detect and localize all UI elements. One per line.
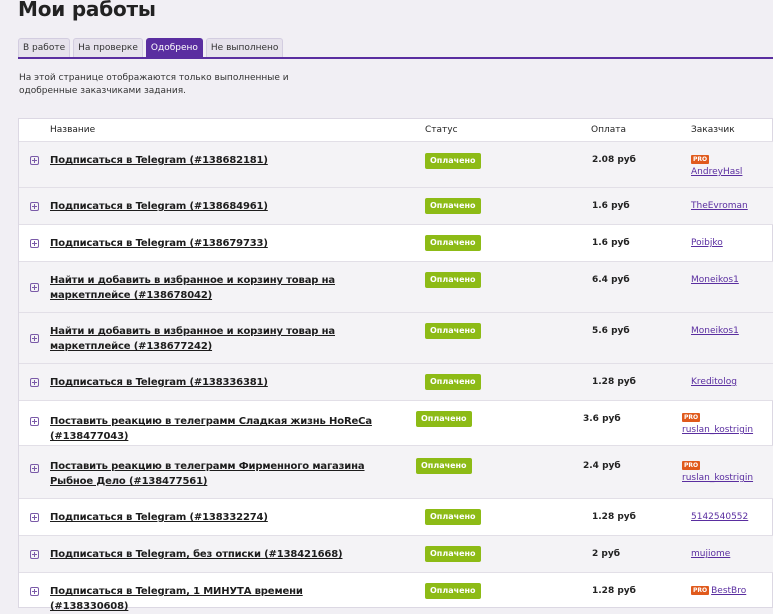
- page-description: На этой странице отображаются только вып…: [19, 73, 289, 96]
- header-name: Название: [50, 125, 96, 135]
- expand-plus-icon[interactable]: [30, 550, 39, 559]
- status-badge: Оплачено: [425, 509, 481, 525]
- pro-badge: PRO: [691, 155, 710, 164]
- payment-amount: 2 руб: [592, 549, 620, 559]
- customer-link[interactable]: Moneikos1: [691, 325, 739, 337]
- customer-name: ruslan_kostrigin: [682, 473, 754, 483]
- expand-plus-icon[interactable]: [30, 283, 39, 292]
- task-title-link[interactable]: Подписаться в Telegram (#138679733): [50, 236, 370, 251]
- payment-amount: 1.28 руб: [592, 377, 636, 387]
- page-title: Мои работы: [18, 0, 156, 21]
- task-title-link[interactable]: Поставить реакцию в телеграмм Сладкая жи…: [50, 414, 390, 444]
- payment-amount: 1.28 руб: [592, 586, 636, 596]
- customer-link[interactable]: PRO AndreyHasl: [691, 154, 742, 178]
- table-row: Поставить реакцию в телеграмм Сладкая жи…: [19, 400, 773, 446]
- tab-approved[interactable]: Одобрено: [145, 38, 203, 57]
- customer-link[interactable]: 5142540552: [691, 511, 748, 523]
- pro-badge: PRO: [691, 586, 710, 595]
- status-badge: Оплачено: [425, 583, 481, 599]
- table-row: Поставить реакцию в телеграмм Фирменного…: [19, 445, 773, 499]
- expand-plus-icon[interactable]: [30, 202, 39, 211]
- payment-amount: 6.4 руб: [592, 275, 630, 285]
- customer-link[interactable]: PRO ruslan_kostrigin: [682, 460, 753, 484]
- payment-amount: 1.6 руб: [592, 201, 630, 211]
- tabs-underline: [18, 57, 773, 59]
- task-title-link[interactable]: Найти и добавить в избранное и корзину т…: [50, 324, 370, 354]
- expand-plus-icon[interactable]: [30, 513, 39, 522]
- status-badge: Оплачено: [416, 411, 472, 427]
- status-badge: Оплачено: [416, 458, 472, 474]
- header-customer: Заказчик: [691, 125, 735, 135]
- status-badge: Оплачено: [425, 235, 481, 251]
- table-row: Найти и добавить в избранное и корзину т…: [19, 312, 773, 364]
- table-row: Подписаться в Telegram (#138332274) Опла…: [19, 498, 773, 536]
- expand-plus-icon[interactable]: [30, 464, 39, 473]
- status-badge: Оплачено: [425, 153, 481, 169]
- customer-link[interactable]: TheEvroman: [691, 200, 748, 212]
- expand-plus-icon[interactable]: [30, 587, 39, 596]
- payment-amount: 2.08 руб: [592, 155, 636, 165]
- payment-amount: 3.6 руб: [583, 414, 621, 424]
- status-badge: Оплачено: [425, 323, 481, 339]
- table-row: Подписаться в Telegram, 1 МИНУТА времени…: [19, 572, 773, 612]
- customer-name: ruslan_kostrigin: [682, 425, 754, 435]
- expand-plus-icon[interactable]: [30, 334, 39, 343]
- payment-amount: 5.6 руб: [592, 326, 630, 336]
- expand-plus-icon[interactable]: [30, 239, 39, 248]
- task-title-link[interactable]: Поставить реакцию в телеграмм Фирменного…: [50, 459, 390, 489]
- pro-badge: PRO: [682, 461, 701, 470]
- task-title-link[interactable]: Подписаться в Telegram (#138336381): [50, 375, 370, 390]
- payment-amount: 1.28 руб: [592, 512, 636, 522]
- customer-link[interactable]: mujiome: [691, 548, 730, 560]
- task-title-link[interactable]: Подписаться в Telegram (#138684961): [50, 199, 370, 214]
- table-row: Подписаться в Telegram (#138682181) Опла…: [19, 141, 773, 188]
- expand-plus-icon[interactable]: [30, 378, 39, 387]
- table-row: Подписаться в Telegram (#138684961) Опла…: [19, 187, 773, 225]
- customer-link[interactable]: Moneikos1: [691, 274, 739, 286]
- status-badge: Оплачено: [425, 198, 481, 214]
- customer-link[interactable]: Poibjko: [691, 237, 723, 249]
- tabs: В работе На проверке Одобрено Не выполне…: [18, 38, 284, 57]
- customer-link[interactable]: Kreditolog: [691, 376, 737, 388]
- table-row: Найти и добавить в избранное и корзину т…: [19, 261, 773, 313]
- customer-link[interactable]: PRO ruslan_kostrigin: [682, 412, 753, 436]
- table-row: Подписаться в Telegram (#138336381) Опла…: [19, 363, 773, 401]
- task-title-link[interactable]: Подписаться в Telegram, без отписки (#13…: [50, 547, 370, 562]
- expand-plus-icon[interactable]: [30, 417, 39, 426]
- pro-badge: PRO: [682, 413, 701, 422]
- header-status: Статус: [425, 125, 458, 135]
- payment-amount: 2.4 руб: [583, 461, 621, 471]
- expand-plus-icon[interactable]: [30, 156, 39, 165]
- table-row: Подписаться в Telegram (#138679733) Опла…: [19, 224, 773, 262]
- tab-on-review[interactable]: На проверке: [73, 38, 143, 57]
- tab-in-progress[interactable]: В работе: [18, 38, 71, 57]
- task-title-link[interactable]: Подписаться в Telegram (#138332274): [50, 510, 370, 525]
- tab-not-completed[interactable]: Не выполнено: [205, 38, 284, 57]
- payment-amount: 1.6 руб: [592, 238, 630, 248]
- tasks-table: Название Статус Оплата Заказчик Подписат…: [18, 118, 773, 612]
- header-payment: Оплата: [591, 125, 626, 135]
- task-title-link[interactable]: Подписаться в Telegram, 1 МИНУТА времени…: [50, 584, 370, 614]
- customer-link[interactable]: PRO BestBro: [691, 585, 746, 597]
- status-badge: Оплачено: [425, 272, 481, 288]
- status-badge: Оплачено: [425, 546, 481, 562]
- task-title-link[interactable]: Подписаться в Telegram (#138682181): [50, 153, 370, 168]
- customer-name: BestBro: [711, 586, 747, 596]
- customer-name: AndreyHasl: [691, 167, 743, 177]
- table-row: Подписаться в Telegram, без отписки (#13…: [19, 535, 773, 573]
- status-badge: Оплачено: [425, 374, 481, 390]
- task-title-link[interactable]: Найти и добавить в избранное и корзину т…: [50, 273, 370, 303]
